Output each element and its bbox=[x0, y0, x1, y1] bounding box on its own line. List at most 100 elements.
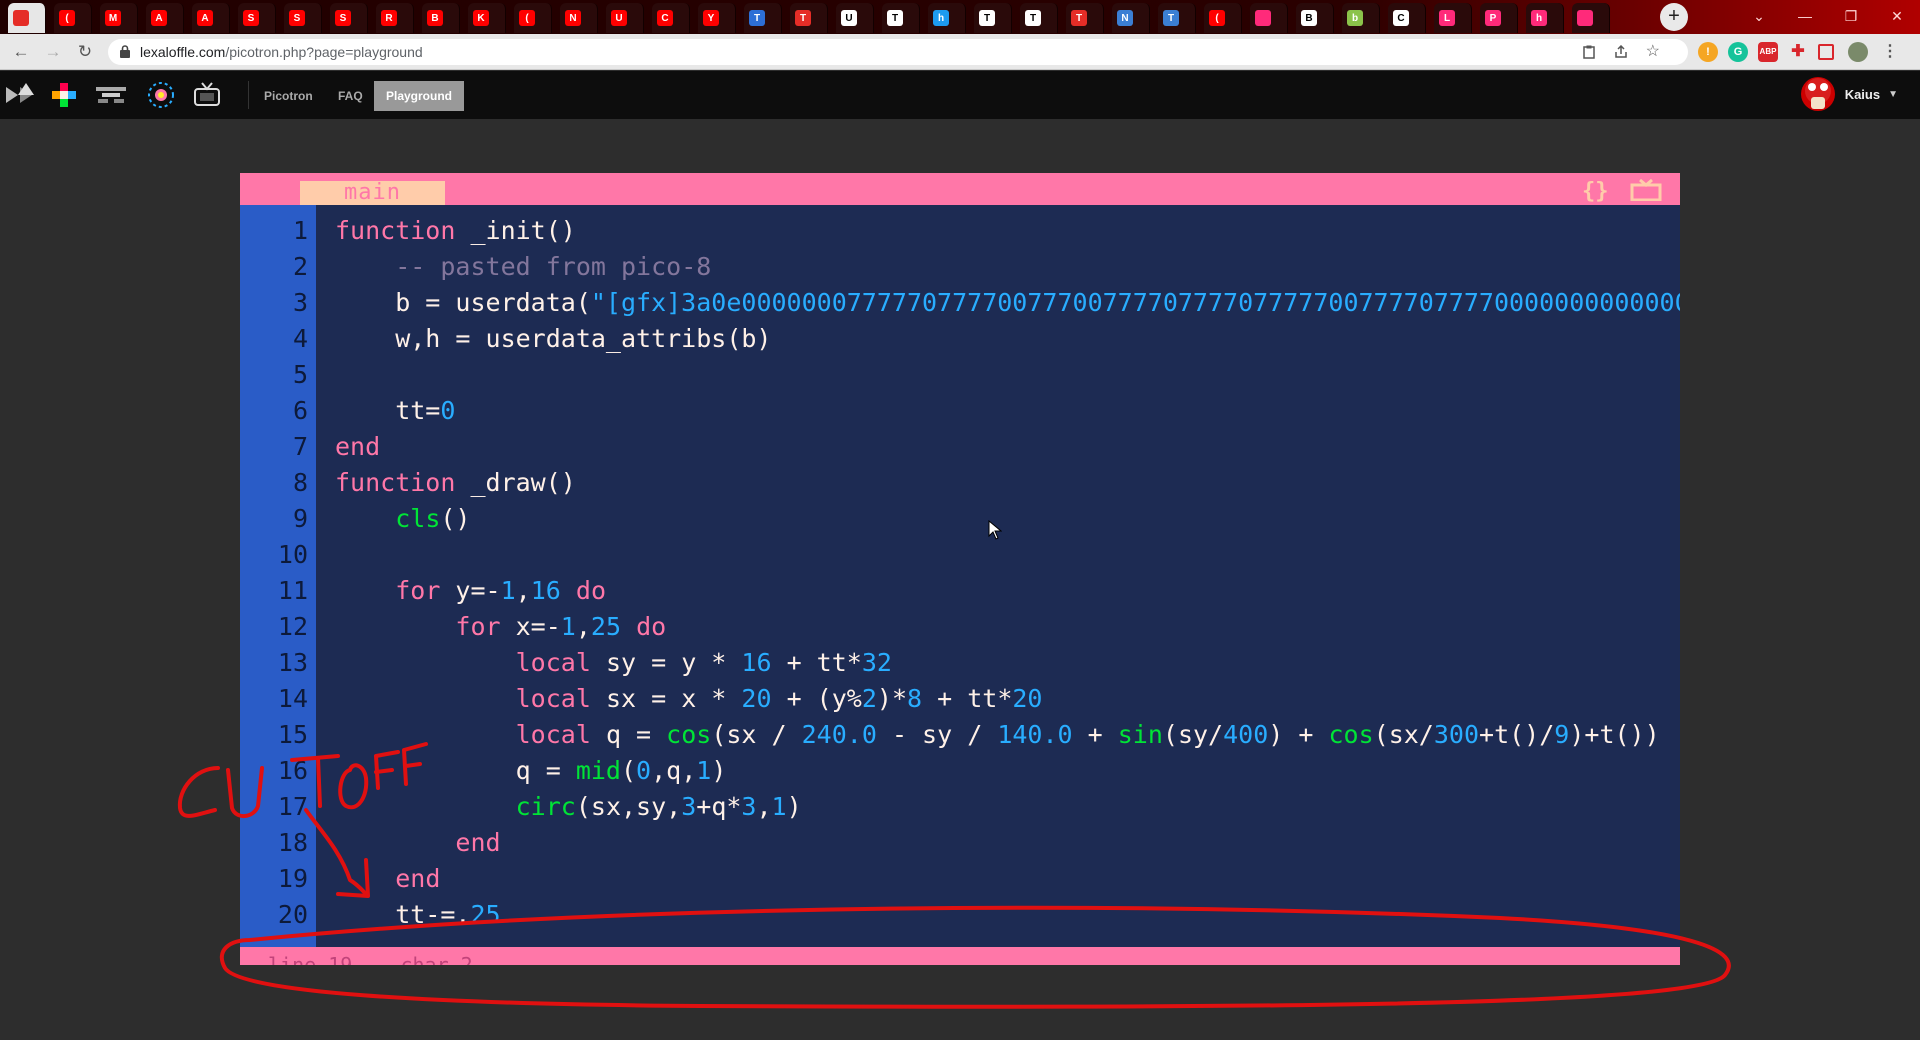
browser-tab[interactable]: B bbox=[422, 3, 460, 33]
tab-favicon-icon: K bbox=[473, 10, 489, 26]
browser-tab[interactable]: P bbox=[1480, 3, 1518, 33]
chevron-down-icon: ▼ bbox=[1888, 88, 1898, 100]
code-line: w,h = userdata_attribs(b) bbox=[335, 324, 772, 353]
browser-menu-icon[interactable]: ⋮ bbox=[1880, 42, 1900, 62]
user-menu[interactable]: Kaius ▼ bbox=[1800, 77, 1898, 111]
nav-picotron[interactable]: Picotron bbox=[256, 81, 321, 111]
tab-favicon-icon: R bbox=[381, 10, 397, 26]
tab-favicon-icon: A bbox=[197, 10, 213, 26]
browser-tab[interactable]: Y bbox=[698, 3, 736, 33]
profile-avatar-icon[interactable] bbox=[1848, 42, 1868, 62]
adblock-icon[interactable]: ABP bbox=[1758, 42, 1778, 62]
tab-favicon-icon: T bbox=[979, 10, 995, 26]
sidebar-icon[interactable] bbox=[1818, 44, 1834, 60]
tab-favicon-icon: Y bbox=[703, 10, 719, 26]
line-number: 12 bbox=[277, 612, 308, 641]
restore-button[interactable]: ❐ bbox=[1828, 0, 1874, 34]
browser-tab[interactable]: S bbox=[238, 3, 276, 33]
pico8-logo-icon[interactable] bbox=[48, 79, 82, 111]
browser-tab[interactable]: A bbox=[146, 3, 184, 33]
tab-favicon-icon: A bbox=[151, 10, 167, 26]
line-number: 6 bbox=[292, 396, 308, 425]
bookmark-star-icon[interactable]: ☆ bbox=[1646, 41, 1660, 61]
browser-tab[interactable]: N bbox=[560, 3, 598, 33]
tab-favicon-icon: T bbox=[1163, 10, 1179, 26]
browser-tab[interactable]: h bbox=[928, 3, 966, 33]
nav-faq[interactable]: FAQ bbox=[330, 81, 371, 111]
browser-tab[interactable]: ( bbox=[54, 3, 92, 33]
browser-tab[interactable]: U bbox=[606, 3, 644, 33]
voxel-burst-logo-icon[interactable] bbox=[144, 79, 178, 111]
tv-run-icon[interactable] bbox=[1630, 179, 1662, 201]
browser-tab[interactable]: ( bbox=[514, 3, 552, 33]
grammarly-icon[interactable]: G bbox=[1728, 42, 1748, 62]
clipboard-icon[interactable] bbox=[1582, 45, 1596, 59]
tab-favicon-icon: U bbox=[841, 10, 857, 26]
browser-tab[interactable]: T bbox=[744, 3, 782, 33]
code-line: circ(sx,sy,3+q*3,1) bbox=[515, 792, 802, 821]
code-line: end bbox=[335, 432, 381, 461]
tab-favicon-icon: C bbox=[657, 10, 673, 26]
line-number: 19 bbox=[277, 864, 308, 893]
browser-tab[interactable]: B bbox=[1296, 3, 1334, 33]
picocad-logo-icon[interactable] bbox=[94, 79, 128, 111]
minimize-button[interactable]: — bbox=[1782, 0, 1828, 34]
browser-tab[interactable]: U bbox=[836, 3, 874, 33]
browser-tab[interactable]: ( bbox=[1204, 3, 1242, 33]
tab-search-icon[interactable]: ⌄ bbox=[1736, 0, 1782, 34]
browser-tab[interactable]: T bbox=[790, 3, 828, 33]
extensions-puzzle-icon[interactable]: ✚ bbox=[1788, 42, 1808, 62]
code-line: b = userdata("[gfx]3a0e00000007777707777… bbox=[335, 288, 1680, 317]
tab-favicon-icon: S bbox=[335, 10, 351, 26]
tab-favicon-icon: b bbox=[1347, 10, 1363, 26]
browser-tab[interactable]: h bbox=[1526, 3, 1564, 33]
browser-tab[interactable]: A bbox=[192, 3, 230, 33]
tab-favicon-icon: T bbox=[1025, 10, 1041, 26]
editor-tab-bar: main {} bbox=[240, 173, 1680, 205]
browser-tab[interactable]: L bbox=[1434, 3, 1472, 33]
tab-favicon-icon bbox=[1255, 10, 1271, 26]
browser-tab[interactable]: K bbox=[468, 3, 506, 33]
line-number: 11 bbox=[277, 576, 308, 605]
address-bar[interactable]: lexaloffle.com/picotron.php?page=playgro… bbox=[108, 39, 1688, 65]
browser-tab[interactable] bbox=[1572, 3, 1610, 33]
new-tab-button[interactable]: + bbox=[1660, 3, 1688, 31]
forward-arrow-icon[interactable]: → bbox=[42, 41, 64, 63]
browser-tab[interactable]: C bbox=[652, 3, 690, 33]
browser-tab[interactable]: M bbox=[100, 3, 138, 33]
browser-tab[interactable]: N bbox=[1112, 3, 1150, 33]
share-icon[interactable] bbox=[1614, 45, 1628, 59]
braces-icon[interactable]: {} bbox=[1582, 179, 1609, 204]
line-number: 18 bbox=[277, 828, 308, 857]
extension-warning-icon[interactable]: ! bbox=[1698, 42, 1718, 62]
close-window-button[interactable]: ✕ bbox=[1874, 0, 1920, 34]
tab-main[interactable]: main bbox=[300, 181, 445, 205]
browser-tab[interactable]: S bbox=[284, 3, 322, 33]
tab-favicon-icon: ( bbox=[1209, 10, 1225, 26]
tab-favicon-icon: S bbox=[243, 10, 259, 26]
tab-favicon-icon: ( bbox=[59, 10, 75, 26]
browser-tab[interactable]: C bbox=[1388, 3, 1426, 33]
back-arrow-icon[interactable]: ← bbox=[10, 41, 32, 63]
code-line: local q = cos(sx / 240.0 - sy / 140.0 + … bbox=[515, 720, 1660, 749]
editor-body[interactable]: 1 function _init() 2 -- pasted from pico-8… bbox=[240, 205, 1680, 947]
picotron-logo-icon[interactable] bbox=[190, 79, 224, 111]
browser-tab[interactable] bbox=[1250, 3, 1288, 33]
nav-playground[interactable]: Playground bbox=[374, 81, 465, 111]
browser-tab[interactable]: T bbox=[1066, 3, 1104, 33]
browser-tab[interactable]: T bbox=[974, 3, 1012, 33]
browser-tab[interactable]: R bbox=[376, 3, 414, 33]
browser-tab[interactable] bbox=[8, 3, 46, 33]
browser-tab[interactable]: T bbox=[882, 3, 920, 33]
username: Kaius bbox=[1844, 86, 1881, 102]
browser-tab[interactable]: T bbox=[1020, 3, 1058, 33]
browser-tab-strip: (M A A S S S R B K (N U C Y T T U Th T T T N T (Bb C L Ph + ⌄ — ❐… bbox=[0, 0, 1920, 34]
tab-favicon-icon: P bbox=[1485, 10, 1501, 26]
browser-tab[interactable]: T bbox=[1158, 3, 1196, 33]
reload-icon[interactable]: ↻ bbox=[74, 41, 96, 63]
browser-tab[interactable]: b bbox=[1342, 3, 1380, 33]
code-line: local sx = x * 20 + (y%2)*8 + tt*20 bbox=[515, 684, 1043, 713]
voxatron-logo-icon[interactable] bbox=[4, 79, 38, 111]
tab-favicon-icon: B bbox=[427, 10, 443, 26]
browser-tab[interactable]: S bbox=[330, 3, 368, 33]
